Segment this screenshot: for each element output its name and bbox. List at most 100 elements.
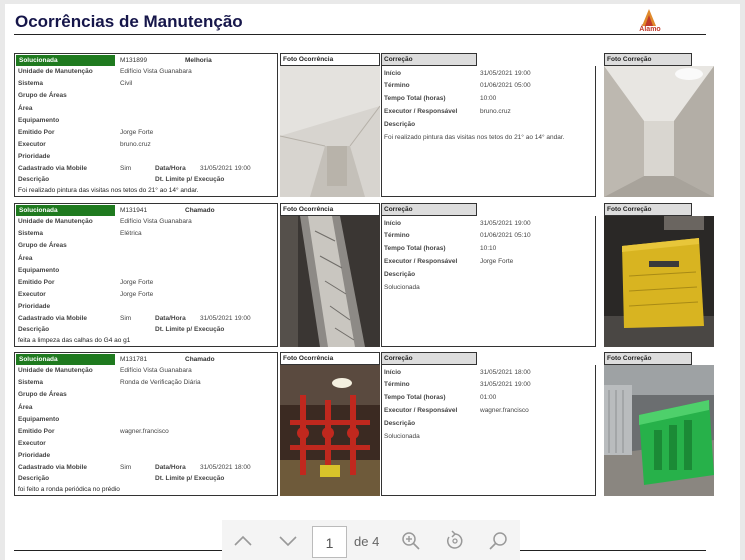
label-executor-resp: Executor / Responsável [384,407,458,414]
next-page-button[interactable] [277,530,299,552]
value-emitido: wagner.francisco [120,428,169,435]
correction-photo[interactable] [604,365,714,496]
occurrence-record: Solucionada M131899 Melhoria Unidade de … [14,53,714,199]
label-cadastrado: Cadastrado via Mobile [18,165,87,172]
logo-text: Álamo [639,26,661,33]
label-data-hora: Data/Hora [155,315,186,322]
chevron-down-icon [279,536,297,547]
label-dt-limite: Dt. Limite p/ Execução [155,326,225,333]
label-executor: Executor [18,291,46,298]
occurrence-description: Foi realizado pintura das visitas nos te… [18,187,199,194]
occurrence-description: foi feito a ronda periódica no prédio [18,486,120,493]
value-data-hora: 31/05/2021 19:00 [200,315,251,322]
zoom-in-button[interactable] [400,530,422,552]
occurrence-record: Solucionada M131781 Chamado Unidade de M… [14,352,714,498]
label-descricao: Descrição [18,176,50,183]
label-area: Área [18,105,33,112]
occurrence-photo[interactable] [280,365,380,496]
value-executor: Jorge Forte [120,291,154,298]
occurrence-photo[interactable] [280,216,380,347]
page-number-input[interactable]: 1 [312,526,347,558]
value-inicio: 31/05/2021 19:00 [480,220,531,227]
value-sistema: Ronda de Verificação Diária [120,379,201,386]
correction-header: Correção [381,53,477,66]
value-inicio: 31/05/2021 19:00 [480,70,531,77]
label-prioridade: Prioridade [18,153,51,160]
label-grupo: Grupo de Áreas [18,92,67,99]
occurrence-info: Solucionada M131941 Chamado Unidade de M… [14,203,278,347]
correction-photo-header: Foto Correção [604,352,692,365]
value-cadastrado: Sim [120,315,132,322]
label-inicio: Início [384,220,401,227]
label-cadastrado: Cadastrado via Mobile [18,315,87,322]
label-unidade: Unidade de Manutenção [18,68,93,75]
label-corr-descricao: Descrição [384,420,416,427]
value-emitido: Jorge Forte [120,129,154,136]
label-corr-descricao: Descrição [384,271,416,278]
correction-photo-column: Foto Correção [604,53,714,197]
value-termino: 31/05/2021 19:00 [480,381,531,388]
correction-header: Correção [381,352,477,365]
label-tempo-total: Tempo Total (horas) [384,245,446,252]
search-button[interactable] [488,530,510,552]
label-emitido: Emitido Por [18,129,55,136]
label-grupo: Grupo de Áreas [18,242,67,249]
value-cadastrado: Sim [120,165,132,172]
value-tempo-total: 01:00 [480,394,497,401]
label-descricao: Descrição [18,475,50,482]
occurrence-photo-column: Foto Ocorrência [280,203,380,347]
occurrence-photo-header: Foto Ocorrência [280,203,380,216]
occurrence-code: M131941 [120,207,148,214]
label-sistema: Sistema [18,230,43,237]
rotate-button[interactable] [444,530,466,552]
occurrence-type: Chamado [185,356,215,363]
correction-description: Solucionada [384,433,420,440]
status-badge: Solucionada [16,205,115,216]
chevron-up-icon [234,535,252,546]
label-descricao: Descrição [18,326,50,333]
label-unidade: Unidade de Manutenção [18,218,93,225]
value-executor-resp: Jorge Forte [480,258,514,265]
correction-photo-column: Foto Correção [604,203,714,347]
correction-description: Solucionada [384,284,420,291]
correction-details: Início 31/05/2021 18:00 Término 31/05/20… [381,365,596,496]
label-emitido: Emitido Por [18,428,55,435]
label-equipamento: Equipamento [18,117,60,124]
label-area: Área [18,404,33,411]
occurrence-photo-header: Foto Ocorrência [280,53,380,66]
label-executor-resp: Executor / Responsável [384,258,458,265]
correction-photo[interactable] [604,216,714,347]
label-equipamento: Equipamento [18,416,60,423]
label-sistema: Sistema [18,80,43,87]
correction-header: Correção [381,203,477,216]
value-sistema: Civil [120,80,133,87]
occurrence-photo[interactable] [280,66,380,197]
correction-photo[interactable] [604,66,714,197]
value-executor-resp: bruno.cruz [480,108,511,115]
value-data-hora: 31/05/2021 18:00 [200,464,251,471]
value-data-hora: 31/05/2021 19:00 [200,165,251,172]
occurrence-description: feita a limpeza das calhas do G4 ao g1 [18,337,131,344]
rotate-icon [447,530,463,549]
label-dt-limite: Dt. Limite p/ Execução [155,475,225,482]
label-data-hora: Data/Hora [155,165,186,172]
value-termino: 01/06/2021 05:10 [480,232,531,239]
correction-photo-header: Foto Correção [604,53,692,66]
value-executor: bruno.cruz [120,141,151,148]
value-executor-resp: wagner.francisco [480,407,529,414]
value-emitido: Jorge Forte [120,279,154,286]
label-unidade: Unidade de Manutenção [18,367,93,374]
correction-panel: Correção Início 31/05/2021 19:00 Término… [381,53,596,197]
label-inicio: Início [384,70,401,77]
value-cadastrado: Sim [120,464,132,471]
label-data-hora: Data/Hora [155,464,186,471]
previous-page-button[interactable] [232,530,254,552]
correction-panel: Correção Início 31/05/2021 19:00 Término… [381,203,596,347]
title-divider [14,34,706,35]
label-prioridade: Prioridade [18,303,51,310]
label-tempo-total: Tempo Total (horas) [384,394,446,401]
label-inicio: Início [384,369,401,376]
value-sistema: Elétrica [120,230,142,237]
label-termino: Término [384,232,410,239]
label-cadastrado: Cadastrado via Mobile [18,464,87,471]
